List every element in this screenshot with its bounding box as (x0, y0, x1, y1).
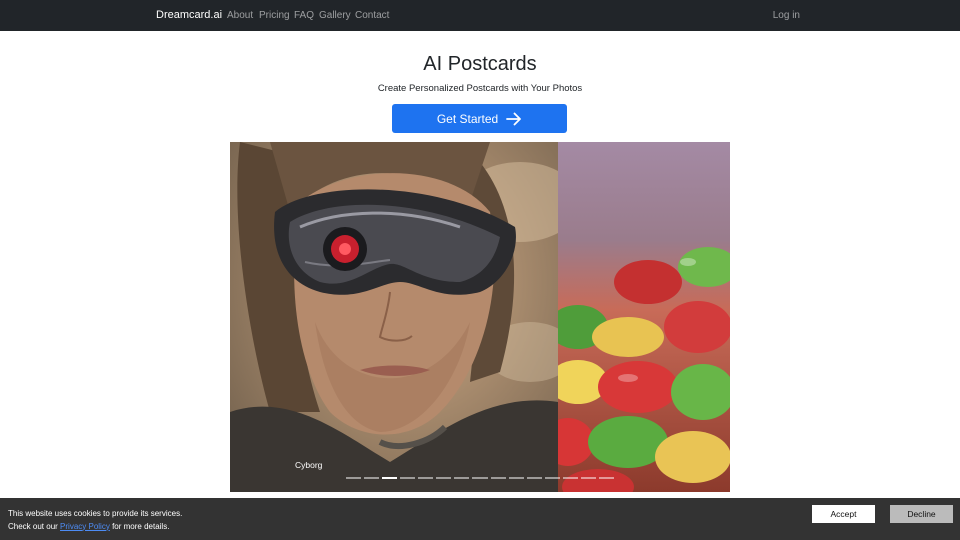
navbar: Dreamcard.ai About Pricing FAQ Gallery C… (0, 0, 960, 31)
carousel-indicator[interactable] (472, 477, 488, 479)
login-link[interactable]: Log in (773, 10, 800, 21)
carousel-indicator[interactable] (580, 477, 596, 479)
get-started-button[interactable]: Get Started (392, 104, 567, 133)
carousel-caption: Cyborg (295, 460, 323, 470)
nav-link-faq[interactable]: FAQ (294, 10, 314, 21)
candy-closeup-image (558, 142, 730, 492)
carousel-indicator[interactable] (346, 477, 362, 479)
carousel-indicators (346, 477, 614, 480)
carousel-indicator[interactable] (508, 477, 524, 479)
carousel-indicator[interactable] (382, 477, 398, 479)
carousel-indicator[interactable] (598, 477, 614, 479)
brand-logo[interactable]: Dreamcard.ai (156, 9, 222, 21)
page-title: AI Postcards (423, 53, 537, 75)
cookie-banner: This website uses cookies to provide its… (0, 498, 960, 540)
carousel-indicator[interactable] (562, 477, 578, 479)
cookie-line-1: This website uses cookies to provide its… (8, 509, 183, 518)
carousel-indicator[interactable] (526, 477, 542, 479)
cookie-line-2-prefix: Check out our (8, 521, 58, 531)
get-started-label: Get Started (436, 111, 499, 126)
carousel-indicator[interactable] (364, 477, 380, 479)
page-subtitle: Create Personalized Postcards with Your … (377, 83, 583, 94)
nav-link-contact[interactable]: Contact (355, 10, 389, 21)
carousel-indicator[interactable] (454, 477, 470, 479)
cookie-message: This website uses cookies to provide its… (8, 508, 182, 533)
carousel-indicator[interactable] (436, 477, 452, 479)
nav-link-gallery[interactable]: Gallery (319, 10, 351, 21)
cookie-line-2: Check out our Privacy Policy for more de… (8, 521, 182, 534)
carousel-indicator[interactable] (418, 477, 434, 479)
arrow-right-icon (506, 112, 522, 126)
privacy-policy-link[interactable]: Privacy Policy (60, 522, 110, 531)
cyborg-portrait-image (230, 142, 558, 492)
carousel-indicator[interactable] (490, 477, 506, 479)
image-carousel[interactable]: Cyborg (230, 142, 730, 492)
nav-link-pricing[interactable]: Pricing (259, 10, 290, 21)
carousel-indicator[interactable] (544, 477, 560, 479)
accept-cookies-button[interactable]: Accept (812, 505, 875, 523)
nav-link-about[interactable]: About (227, 10, 253, 21)
cookie-line-2-suffix: for more details. (112, 521, 170, 531)
carousel-indicator[interactable] (400, 477, 416, 479)
decline-cookies-button[interactable]: Decline (890, 505, 953, 523)
